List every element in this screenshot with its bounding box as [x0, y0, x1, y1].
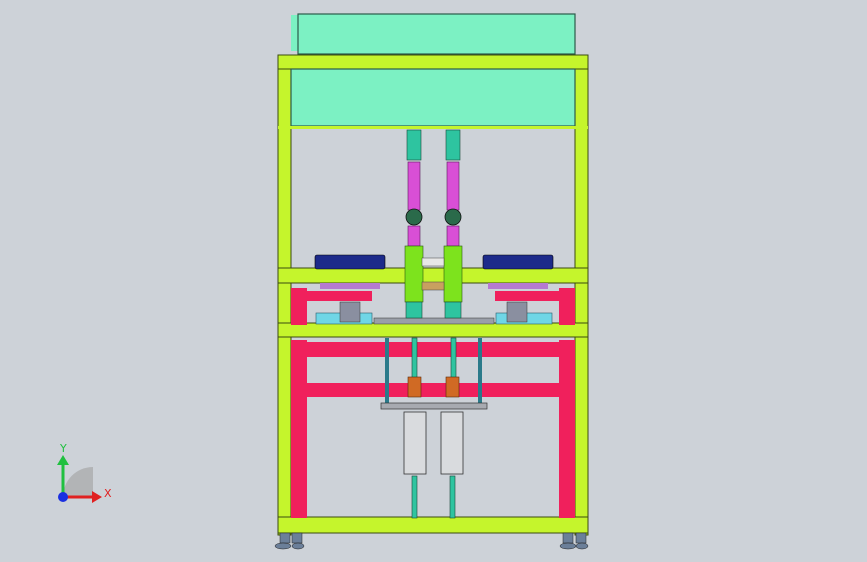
cyan-plates — [315, 301, 553, 325]
middle-deck — [277, 267, 589, 338]
coordinate-triad: Y X — [57, 442, 112, 503]
bottom-beam — [277, 516, 589, 534]
x-axis-label: X — [104, 487, 112, 500]
top-cabinet — [291, 13, 576, 55]
lower-actuators — [380, 337, 488, 519]
cad-viewport[interactable]: Y X — [0, 0, 867, 562]
frame-feet — [274, 532, 589, 550]
upper-frame — [277, 54, 589, 129]
upper-tubes — [404, 129, 463, 319]
y-axis-label: Y — [59, 442, 67, 455]
cad-drawing: Y X — [57, 13, 589, 550]
